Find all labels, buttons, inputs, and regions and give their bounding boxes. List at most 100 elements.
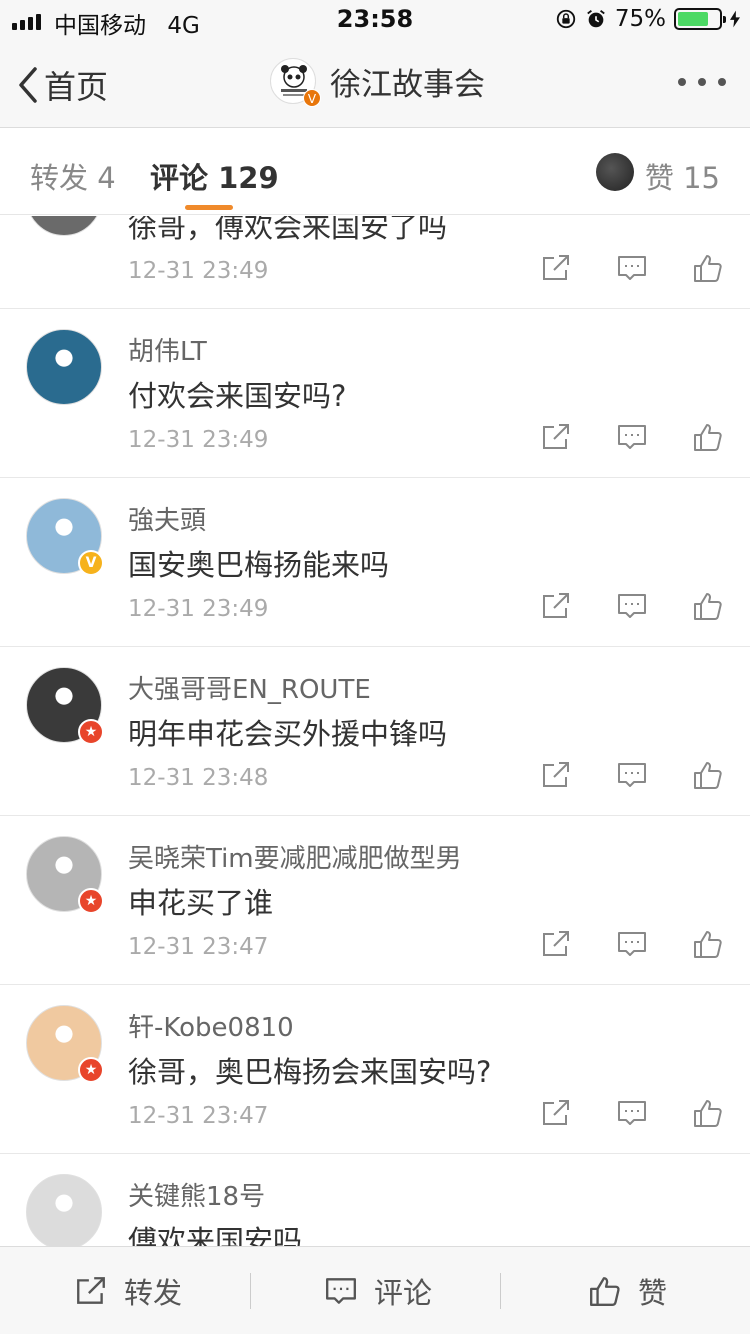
- comment-item[interactable]: 关键熊18号傅欢来国安吗: [0, 1154, 750, 1246]
- comment-actions: [540, 1097, 724, 1129]
- comment-reply-button[interactable]: [616, 590, 648, 622]
- chevron-left-icon: [19, 67, 37, 103]
- thumbs-up-icon: [590, 1277, 620, 1306]
- commenter-avatar[interactable]: ★: [26, 836, 104, 914]
- comment-repost-button[interactable]: [540, 928, 572, 960]
- avatar-image: [26, 216, 102, 236]
- comment-reply-button[interactable]: [616, 928, 648, 960]
- comment-text: 申花买了谁: [128, 886, 274, 920]
- comment-like-button[interactable]: [692, 421, 724, 453]
- active-tab-indicator: [185, 205, 233, 210]
- alarm-icon: [587, 10, 605, 28]
- interaction-tabs: 转发 4 评论 129 赞 15: [0, 129, 750, 215]
- comment-icon: [618, 256, 646, 280]
- comment-icon: [618, 594, 646, 618]
- comment-icon: [326, 1278, 356, 1304]
- member-badge-icon: ★: [78, 719, 104, 745]
- tab-comment[interactable]: 评论 129: [150, 155, 279, 197]
- commenter-name[interactable]: 胡伟LT: [128, 331, 207, 368]
- rotation-lock-icon: [556, 9, 576, 29]
- comment-item[interactable]: ★ 轩-Kobe0810 徐哥，奥巴梅扬会来国安吗? 12-31 23:47: [0, 985, 750, 1154]
- battery-percent: 75%: [614, 6, 666, 32]
- comment-time: 12-31 23:48: [128, 765, 269, 791]
- comment-text: 徐哥，奥巴梅扬会来国安吗?: [128, 1055, 492, 1089]
- commenter-name[interactable]: 強夫頭: [128, 500, 206, 537]
- comment-time: 12-31 23:47: [128, 934, 269, 960]
- back-button[interactable]: 首页: [18, 62, 108, 108]
- comment-icon: [618, 1101, 646, 1125]
- comment-item[interactable]: ★ 大强哥哥EN_ROUTE 明年申花会买外援中锋吗 12-31 23:48: [0, 647, 750, 816]
- commenter-name[interactable]: 大强哥哥EN_ROUTE: [128, 669, 371, 706]
- comment-repost-button[interactable]: [540, 421, 572, 453]
- commenter-name[interactable]: 轩-Kobe0810: [128, 1007, 294, 1044]
- divider: [250, 1273, 251, 1309]
- account-title[interactable]: V 徐江故事会: [270, 58, 485, 107]
- comment-like-button[interactable]: [692, 759, 724, 791]
- comment-repost-button[interactable]: [540, 759, 572, 791]
- comment-reply-button[interactable]: [616, 252, 648, 284]
- thumbs-up-icon: [694, 424, 722, 451]
- comment-reply-button[interactable]: [616, 759, 648, 791]
- battery-icon: [674, 8, 726, 30]
- comment-item[interactable]: V 強夫頭 国安奥巴梅扬能来吗 12-31 23:49: [0, 478, 750, 647]
- comment-actions: [540, 759, 724, 791]
- comment-like-button[interactable]: [692, 590, 724, 622]
- share-icon: [543, 1100, 569, 1125]
- comment-time: 12-31 23:49: [128, 258, 269, 284]
- comment-time: 12-31 23:47: [128, 1103, 269, 1129]
- comment-text: 傅欢来国安吗: [128, 1224, 303, 1246]
- comment-text: 付欢会来国安吗?: [128, 379, 347, 413]
- like-label: 赞: [638, 1276, 668, 1310]
- comment-item[interactable]: 徐哥，傅欢会来国安了吗 12-31 23:49: [0, 216, 750, 309]
- comment-list[interactable]: 徐哥，傅欢会来国安了吗 12-31 23:49 胡伟LT 付欢会来国安吗? 12-31 …: [0, 216, 750, 1246]
- comment-icon: [618, 425, 646, 449]
- thumbs-up-icon: [694, 255, 722, 282]
- repost-button[interactable]: 转发: [74, 1247, 182, 1334]
- commenter-avatar[interactable]: V: [26, 498, 104, 576]
- comment-actions: [540, 252, 724, 284]
- comment-reply-button[interactable]: [616, 1097, 648, 1129]
- share-icon: [77, 1277, 105, 1304]
- commenter-avatar[interactable]: ★: [26, 667, 104, 745]
- like-button[interactable]: 赞: [588, 1247, 667, 1334]
- tab-repost[interactable]: 转发 4: [30, 155, 116, 197]
- comment-reply-button[interactable]: [616, 421, 648, 453]
- commenter-name[interactable]: 吴晓荣Tim要减肥减肥做型男: [128, 838, 462, 875]
- thumbs-up-icon: [694, 931, 722, 958]
- share-icon: [543, 593, 569, 618]
- avatar-image: [26, 1174, 102, 1246]
- nav-bar: 首页 V 徐江故事会: [0, 40, 750, 128]
- comment-repost-button[interactable]: [540, 590, 572, 622]
- commenter-avatar[interactable]: [26, 216, 102, 236]
- comment-text: 国安奥巴梅扬能来吗: [128, 548, 390, 582]
- avatar-image: [26, 329, 102, 405]
- charging-bolt-icon: [730, 10, 740, 28]
- comment-like-button[interactable]: [692, 1097, 724, 1129]
- comment-icon: [618, 932, 646, 956]
- account-avatar[interactable]: V: [270, 58, 321, 107]
- page-title: 徐江故事会: [330, 66, 485, 103]
- comment-button[interactable]: 评论: [324, 1247, 432, 1334]
- comment-repost-button[interactable]: [540, 1097, 572, 1129]
- comment-actions: [540, 928, 724, 960]
- comment-repost-button[interactable]: [540, 252, 572, 284]
- commenter-avatar[interactable]: ★: [26, 1005, 104, 1083]
- commenter-avatar[interactable]: [26, 1174, 102, 1246]
- more-menu-icon[interactable]: [678, 78, 726, 86]
- comment-like-button[interactable]: [692, 928, 724, 960]
- commenter-name[interactable]: 关键熊18号: [128, 1176, 265, 1213]
- share-icon: [543, 424, 569, 449]
- status-bar: 中国移动 4G 23:58 75%: [0, 0, 750, 40]
- liker-avatar[interactable]: [596, 153, 634, 191]
- comment-item[interactable]: 胡伟LT 付欢会来国安吗? 12-31 23:49: [0, 309, 750, 478]
- tab-like[interactable]: 赞 15: [645, 155, 720, 197]
- thumbs-up-icon: [694, 1100, 722, 1127]
- comment-label: 评论: [374, 1276, 433, 1310]
- status-icons: 75%: [555, 6, 740, 32]
- comment-like-button[interactable]: [692, 252, 724, 284]
- commenter-avatar[interactable]: [26, 329, 102, 405]
- share-icon: [543, 762, 569, 787]
- comment-text: 明年申花会买外援中锋吗: [128, 717, 448, 751]
- comment-item[interactable]: ★ 吴晓荣Tim要减肥减肥做型男 申花买了谁 12-31 23:47: [0, 816, 750, 985]
- comment-icon: [618, 763, 646, 787]
